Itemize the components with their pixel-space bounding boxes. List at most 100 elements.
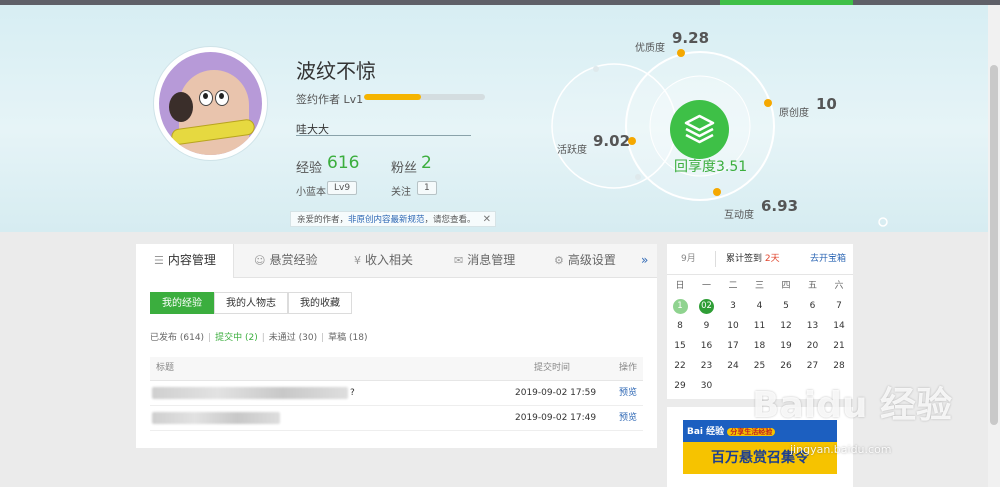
subtab-my-experience[interactable]: 我的经验 (150, 292, 214, 314)
table-row: 2019-09-02 17:49 预览 (150, 406, 643, 431)
scrollbar[interactable] (988, 5, 1000, 487)
avatar[interactable] (154, 47, 267, 160)
calendar-day[interactable]: 21 (826, 336, 852, 356)
smile-icon: ☺ (254, 254, 266, 267)
submit-time: 2019-09-02 17:49 (515, 413, 597, 423)
xiaolanben-badge[interactable]: Lv9 (327, 181, 358, 195)
filter-drafts[interactable]: 草稿 (18) (328, 333, 367, 343)
subtab-my-favorites[interactable]: 我的收藏 (288, 292, 352, 314)
tab-settings[interactable]: ⚙ 高级设置 (554, 244, 616, 277)
preview-link[interactable]: 预览 (619, 381, 637, 405)
tab-bar: ☰ 内容管理 ☺ 悬赏经验 ¥ 收入相关 ✉ 消息管理 ⚙ 高级设置 » (136, 244, 657, 278)
calendar-month: 9月 (681, 254, 696, 264)
fans-value[interactable]: 2 (421, 153, 432, 173)
calendar-day[interactable]: 26 (773, 356, 799, 376)
subtitle-underline (296, 135, 471, 136)
calendar-day[interactable]: 1 (667, 296, 693, 316)
original-label: 原创度 (779, 108, 809, 119)
calendar-day[interactable]: 20 (800, 336, 826, 356)
notice-suffix: ，请您查看。 (424, 215, 476, 225)
calendar-day[interactable]: 8 (667, 316, 693, 336)
user-name: 波纹不惊 (296, 59, 376, 83)
calendar-day[interactable]: 27 (800, 356, 826, 376)
active-value: 9.02 (593, 132, 631, 150)
blurred-title[interactable] (152, 412, 280, 424)
calendar-day[interactable]: 3 (720, 296, 746, 316)
weekday-label: 四 (781, 281, 791, 291)
tab-income[interactable]: ¥ 收入相关 (354, 244, 413, 277)
calendar-day[interactable]: 25 (747, 356, 773, 376)
weekday-label: 五 (807, 281, 817, 291)
level-label: 签约作者 Lv1 (296, 93, 364, 106)
interact-value: 6.93 (761, 197, 799, 215)
tab-content-manage[interactable]: ☰ 内容管理 (136, 244, 234, 278)
weekday-label: 一 (701, 281, 711, 291)
notice-link[interactable]: 非原创内容最新规范 (348, 215, 425, 225)
subtab-my-people[interactable]: 我的人物志 (214, 292, 288, 314)
calendar-day[interactable]: 30 (694, 376, 720, 396)
quality-value: 9.28 (672, 29, 710, 47)
table-row: ? 2019-09-02 17:59 预览 (150, 381, 643, 406)
weekday-label: 日 (675, 281, 685, 291)
calendar-day[interactable]: 15 (667, 336, 693, 356)
filter-rejected[interactable]: 未通过 (30) (269, 333, 317, 343)
metric-dot-quality (677, 49, 685, 57)
filter-published[interactable]: 已发布 (614) (150, 333, 204, 343)
tab-messages[interactable]: ✉ 消息管理 (454, 244, 515, 277)
level-progress-bar (364, 94, 485, 100)
weekday-label: 三 (754, 281, 764, 291)
blurred-title[interactable] (152, 387, 348, 399)
list-icon: ☰ (154, 254, 164, 267)
xiaolanben-label: 小蓝本 (296, 187, 326, 198)
notice-prefix: 亲爱的作者， (297, 215, 349, 225)
original-value: 10 (816, 95, 837, 113)
calendar-day[interactable]: 14 (826, 316, 852, 336)
profile-header: 波纹不惊 签约作者 Lv1 哇大大 经验 616 粉丝 2 小蓝本 Lv9 关注… (0, 5, 988, 232)
calendar-day[interactable]: 16 (694, 336, 720, 356)
calendar-day[interactable]: 18 (747, 336, 773, 356)
calendar-day[interactable]: 7 (826, 296, 852, 316)
tab-reward[interactable]: ☺ 悬赏经验 (254, 244, 317, 277)
yen-icon: ¥ (354, 254, 361, 267)
quality-label: 优质度 (635, 43, 665, 54)
calendar-day[interactable]: 11 (747, 316, 773, 336)
metric-dot-interact (713, 188, 721, 196)
calendar-day[interactable]: 13 (800, 316, 826, 336)
calendar-day[interactable]: 9 (694, 316, 720, 336)
center-score: 回享度3.51 (674, 156, 747, 176)
calendar-day[interactable]: 5 (773, 296, 799, 316)
calendar-day[interactable]: 6 (800, 296, 826, 316)
calendar-day[interactable]: 02 (694, 296, 720, 316)
calendar-day[interactable]: 17 (720, 336, 746, 356)
calendar-day[interactable]: 19 (773, 336, 799, 356)
interact-label: 互动度 (724, 210, 754, 221)
submit-time: 2019-09-02 17:59 (515, 388, 597, 398)
follow-badge[interactable]: 1 (417, 181, 437, 195)
title-suffix: ? (350, 388, 355, 398)
exp-value: 616 (327, 153, 360, 173)
calendar-day[interactable]: 4 (747, 296, 773, 316)
filter-submitting[interactable]: 提交中 (2) (215, 333, 258, 343)
metric-dot-original (764, 99, 772, 107)
level-progress-fill (364, 94, 421, 100)
calendar-day[interactable]: 23 (694, 356, 720, 376)
scrollbar-thumb[interactable] (990, 65, 998, 425)
watermark-url: jingyan.baidu.com (790, 443, 892, 456)
close-icon[interactable]: ✕ (483, 212, 491, 228)
mail-icon: ✉ (454, 254, 464, 267)
calendar-day[interactable]: 24 (720, 356, 746, 376)
col-title: 标题 (156, 363, 175, 373)
baidu-watermark: Baidu 经验 (752, 385, 953, 426)
preview-link[interactable]: 预览 (619, 406, 637, 430)
calendar-header: 9月 累计签到 2天 去开宝箱 (667, 244, 853, 275)
calendar-day[interactable]: 10 (720, 316, 746, 336)
open-chest-link[interactable]: 去开宝箱 (810, 244, 846, 274)
signed-day-marker: 1 (672, 299, 688, 314)
calendar-day[interactable]: 22 (667, 356, 693, 376)
content-panel: ☰ 内容管理 ☺ 悬赏经验 ¥ 收入相关 ✉ 消息管理 ⚙ 高级设置 » 我的经验 我的人… (136, 244, 657, 448)
calendar-day[interactable]: 28 (826, 356, 852, 376)
calendar-day[interactable]: 29 (667, 376, 693, 396)
tabs-more-button[interactable]: » (641, 244, 648, 277)
follow-label: 关注 (391, 187, 411, 198)
calendar-day[interactable]: 12 (773, 316, 799, 336)
